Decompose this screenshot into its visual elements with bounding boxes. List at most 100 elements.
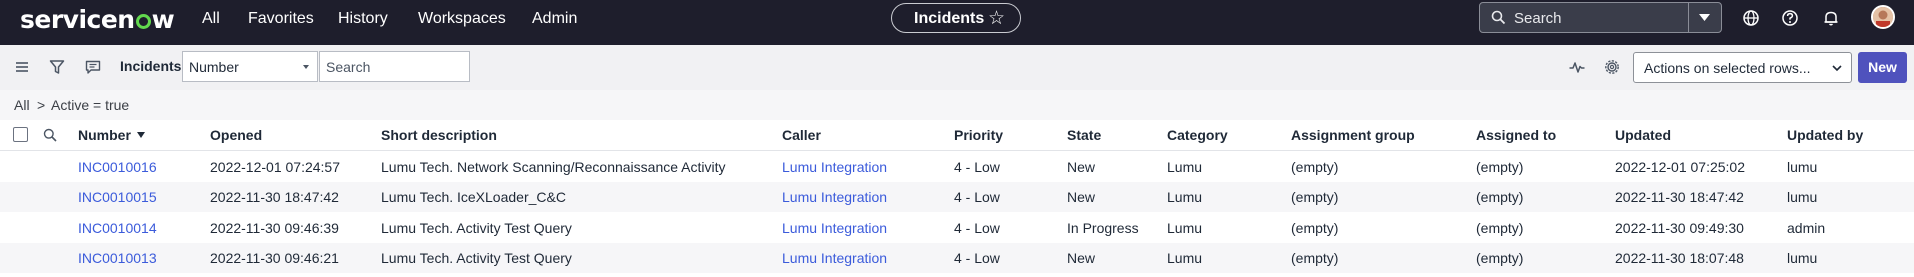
table-row[interactable]: INC0010013 2022-11-30 09:46:21 Lumu Tech… xyxy=(0,243,1914,273)
column-header-opened[interactable]: Opened xyxy=(210,127,262,143)
cell-assigned-to: (empty) xyxy=(1476,159,1524,175)
column-header-category[interactable]: Category xyxy=(1167,127,1228,143)
caller-link[interactable]: Lumu Integration xyxy=(782,250,887,266)
nav-workspaces[interactable]: Workspaces xyxy=(418,10,506,28)
globe-icon[interactable] xyxy=(1742,9,1760,27)
list-search-input[interactable]: Search xyxy=(319,51,470,82)
cell-updated-by: lumu xyxy=(1787,189,1818,205)
list-toolbar: Incidents Number Search Actions on selec… xyxy=(0,45,1914,90)
cell-opened: 2022-12-01 07:24:57 xyxy=(210,159,340,175)
cell-short-description: Lumu Tech. IceXLoader_C&C xyxy=(381,189,566,205)
context-pill-incidents[interactable]: Incidents ☆ xyxy=(891,3,1021,33)
sort-descending-icon xyxy=(136,132,145,138)
search-field-select[interactable]: Number xyxy=(182,51,318,82)
cell-updated-by: lumu xyxy=(1787,250,1818,266)
cell-state: New xyxy=(1067,159,1096,175)
column-header-state[interactable]: State xyxy=(1067,127,1101,143)
caller-link[interactable]: Lumu Integration xyxy=(782,220,887,236)
breadcrumb-active-filter[interactable]: Active = true xyxy=(51,97,129,113)
gear-icon[interactable] xyxy=(1603,58,1621,76)
incident-number-link[interactable]: INC0010014 xyxy=(78,220,157,236)
breadcrumb: All > Active = true xyxy=(0,90,1914,120)
column-header-updated[interactable]: Updated xyxy=(1615,127,1671,143)
select-all-checkbox[interactable] xyxy=(13,127,28,142)
actions-on-selected-rows-select[interactable]: Actions on selected rows... xyxy=(1633,52,1852,83)
cell-updated: 2022-12-01 07:25:02 xyxy=(1615,159,1745,175)
cell-opened: 2022-11-30 09:46:21 xyxy=(210,250,339,266)
table-row[interactable]: INC0010015 2022-11-30 18:47:42 Lumu Tech… xyxy=(0,182,1914,212)
select-arrow-icon xyxy=(303,65,309,69)
cell-category: Lumu xyxy=(1167,189,1203,205)
cell-category: Lumu xyxy=(1167,159,1203,175)
global-search-placeholder: Search xyxy=(1514,10,1562,27)
cell-priority: 4 - Low xyxy=(954,189,1000,205)
breadcrumb-all[interactable]: All xyxy=(14,97,30,113)
cell-state: New xyxy=(1067,189,1096,205)
caret-down-icon xyxy=(1699,14,1710,21)
list-title: Incidents xyxy=(120,58,182,74)
global-search-input[interactable]: Search xyxy=(1479,2,1722,33)
column-header-priority[interactable]: Priority xyxy=(954,127,1003,143)
cell-updated-by: lumu xyxy=(1787,159,1818,175)
cell-updated: 2022-11-30 09:49:30 xyxy=(1615,220,1744,236)
filter-icon[interactable] xyxy=(48,58,66,76)
cell-assigned-to: (empty) xyxy=(1476,250,1524,266)
user-avatar[interactable] xyxy=(1871,5,1895,29)
cell-state: In Progress xyxy=(1067,220,1139,236)
cell-short-description: Lumu Tech. Activity Test Query xyxy=(381,220,572,236)
caller-link[interactable]: Lumu Integration xyxy=(782,159,887,175)
cell-assigned-to: (empty) xyxy=(1476,189,1524,205)
incident-number-link[interactable]: INC0010016 xyxy=(78,159,157,175)
star-icon[interactable]: ☆ xyxy=(988,7,1005,30)
chevron-down-icon xyxy=(1832,65,1842,72)
cell-short-description: Lumu Tech. Network Scanning/Reconnaissan… xyxy=(381,159,726,175)
nav-favorites[interactable]: Favorites xyxy=(248,10,314,28)
cell-assignment-group: (empty) xyxy=(1291,189,1339,205)
cell-priority: 4 - Low xyxy=(954,220,1000,236)
cell-assigned-to: (empty) xyxy=(1476,220,1524,236)
activity-pulse-icon[interactable] xyxy=(1568,58,1586,76)
cell-updated-by: admin xyxy=(1787,220,1826,236)
caller-link[interactable]: Lumu Integration xyxy=(782,189,887,205)
column-header-assigned-to[interactable]: Assigned to xyxy=(1476,127,1556,143)
incident-number-link[interactable]: INC0010013 xyxy=(78,250,157,266)
column-header-caller[interactable]: Caller xyxy=(782,127,821,143)
bell-icon[interactable] xyxy=(1822,9,1840,27)
column-header-number-label: Number xyxy=(78,127,131,143)
chat-bubble-icon[interactable] xyxy=(84,58,102,76)
table-header: Number Opened Short description Caller P… xyxy=(0,120,1914,151)
servicenow-logo[interactable]: servicen w xyxy=(20,5,175,34)
actions-select-value: Actions on selected rows... xyxy=(1644,60,1811,76)
search-scope-dropdown[interactable] xyxy=(1688,3,1721,32)
cell-category: Lumu xyxy=(1167,220,1203,236)
context-pill-label: Incidents xyxy=(914,10,985,27)
table-row[interactable]: INC0010016 2022-12-01 07:24:57 Lumu Tech… xyxy=(0,152,1914,182)
column-header-assignment-group[interactable]: Assignment group xyxy=(1291,127,1415,143)
cell-priority: 4 - Low xyxy=(954,250,1000,266)
list-search-placeholder: Search xyxy=(326,59,371,75)
incident-number-link[interactable]: INC0010015 xyxy=(78,189,157,205)
nav-history[interactable]: History xyxy=(338,10,388,28)
cell-state: New xyxy=(1067,250,1096,266)
new-record-button[interactable]: New xyxy=(1858,52,1907,83)
column-header-number[interactable]: Number xyxy=(78,127,145,143)
cell-opened: 2022-11-30 09:46:39 xyxy=(210,220,339,236)
cell-assignment-group: (empty) xyxy=(1291,220,1339,236)
table-row[interactable]: INC0010014 2022-11-30 09:46:39 Lumu Tech… xyxy=(0,213,1914,243)
nav-all[interactable]: All xyxy=(202,10,220,28)
breadcrumb-separator: > xyxy=(37,97,46,113)
cell-opened: 2022-11-30 18:47:42 xyxy=(210,189,339,205)
search-icon xyxy=(1491,10,1506,25)
column-header-updated-by[interactable]: Updated by xyxy=(1787,127,1863,143)
column-search-icon[interactable] xyxy=(43,128,57,142)
cell-short-description: Lumu Tech. Activity Test Query xyxy=(381,250,572,266)
avatar-image xyxy=(1873,7,1893,27)
top-navigation-bar: servicen w All Favorites History Workspac… xyxy=(0,0,1914,45)
column-header-short-description[interactable]: Short description xyxy=(381,127,497,143)
help-icon[interactable] xyxy=(1781,9,1799,27)
cell-priority: 4 - Low xyxy=(954,159,1000,175)
hamburger-menu-icon[interactable] xyxy=(13,58,31,76)
cell-assignment-group: (empty) xyxy=(1291,250,1339,266)
cell-assignment-group: (empty) xyxy=(1291,159,1339,175)
nav-admin[interactable]: Admin xyxy=(532,10,577,28)
